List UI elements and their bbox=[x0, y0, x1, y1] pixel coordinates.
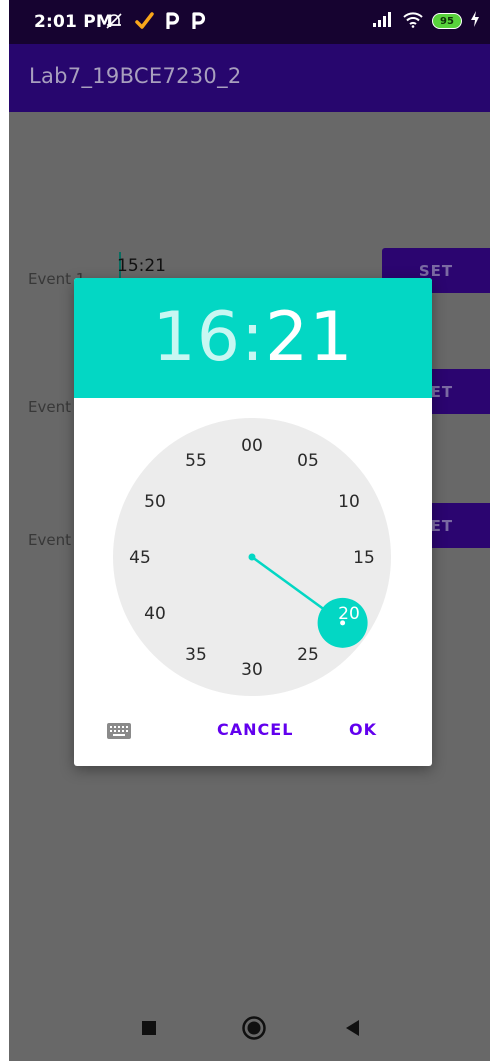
parking-icon bbox=[190, 11, 206, 35]
clock-center-dot bbox=[248, 553, 256, 561]
phone-screen: 2:01 PM 95 Lab7_19BCE7230_2 Event 1 15:2… bbox=[9, 0, 490, 1061]
check-icon bbox=[134, 11, 154, 35]
clock-face[interactable]: 00 05 10 15 20 25 30 35 40 45 50 55 bbox=[112, 417, 392, 697]
circle-icon bbox=[242, 1016, 266, 1040]
minute-display[interactable]: 21 bbox=[265, 298, 354, 377]
header-time-display: 16:21 bbox=[74, 298, 432, 377]
status-left-icons bbox=[104, 11, 206, 35]
status-time: 2:01 PM bbox=[34, 12, 113, 32]
home-button[interactable] bbox=[241, 1015, 267, 1041]
clock-label-50[interactable]: 50 bbox=[144, 492, 166, 512]
time-picker-header: 16:21 bbox=[74, 278, 432, 398]
clock-label-10[interactable]: 10 bbox=[338, 492, 360, 512]
clock-label-00[interactable]: 00 bbox=[241, 436, 263, 456]
status-right-icons: 95 bbox=[372, 10, 480, 32]
signal-icon bbox=[372, 10, 394, 32]
time-picker-dialog: 16:21 00 05 10 15 20 25 30 35 40 45 50 55 CANCEL bbox=[74, 278, 432, 766]
clock-label-20[interactable]: 20 bbox=[338, 604, 360, 624]
clock-label-35[interactable]: 35 bbox=[185, 645, 207, 665]
battery-icon: 95 bbox=[432, 13, 462, 29]
clock-label-40[interactable]: 40 bbox=[144, 604, 166, 624]
keyboard-icon bbox=[107, 723, 131, 739]
clock-label-55[interactable]: 55 bbox=[185, 451, 207, 471]
app-bar: Lab7_19BCE7230_2 bbox=[9, 44, 490, 112]
navigation-bar bbox=[9, 1000, 490, 1061]
parking-icon bbox=[164, 11, 180, 35]
clock-label-25[interactable]: 25 bbox=[297, 645, 319, 665]
keyboard-toggle-button[interactable] bbox=[106, 720, 132, 742]
hour-display[interactable]: 16 bbox=[153, 298, 242, 377]
clock-label-15[interactable]: 15 bbox=[353, 548, 375, 568]
clock-label-05[interactable]: 05 bbox=[297, 451, 319, 471]
dialog-actions: CANCEL OK bbox=[74, 710, 432, 754]
back-button[interactable] bbox=[344, 1019, 360, 1037]
clock-label-45[interactable]: 45 bbox=[129, 548, 151, 568]
event-1-time-field[interactable]: 15:21 bbox=[117, 256, 197, 276]
event-3-label: Event bbox=[28, 531, 71, 549]
wifi-icon bbox=[402, 10, 424, 32]
status-bar: 2:01 PM 95 bbox=[9, 0, 490, 44]
ok-button[interactable]: OK bbox=[349, 720, 377, 739]
recents-button[interactable] bbox=[141, 1020, 157, 1036]
cancel-button[interactable]: CANCEL bbox=[217, 720, 293, 739]
app-title: Lab7_19BCE7230_2 bbox=[29, 64, 242, 88]
triangle-back-icon bbox=[346, 1020, 359, 1036]
event-2-label: Event bbox=[28, 398, 71, 416]
muted-bell-icon bbox=[104, 11, 124, 35]
clock-label-30[interactable]: 30 bbox=[241, 660, 263, 680]
charging-icon bbox=[470, 10, 480, 32]
square-icon bbox=[142, 1021, 156, 1035]
time-separator: : bbox=[241, 298, 265, 377]
